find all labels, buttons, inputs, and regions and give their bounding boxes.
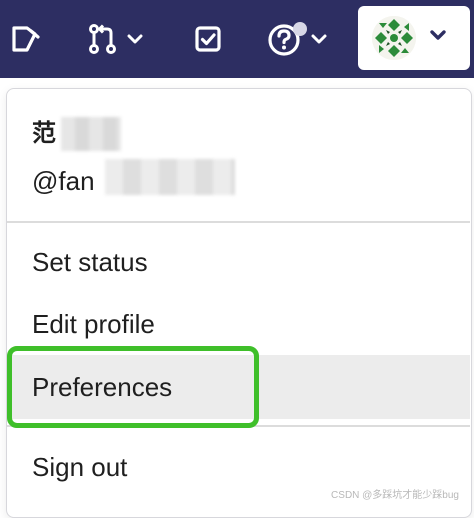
sign-out-label: Sign out [32,451,128,482]
redacted-handle [105,159,235,195]
divider [7,221,470,223]
preferences-item[interactable]: Preferences [7,355,470,419]
notification-dot [293,22,307,36]
user-dropdown-menu: 范 @fan Set status Edit profile Preferenc… [6,88,472,518]
chevron-down-icon [430,30,446,40]
snippets-button[interactable] [6,10,46,68]
help-icon [268,22,307,56]
edit-profile-label: Edit profile [32,308,155,339]
todos-button[interactable] [188,10,228,68]
preferences-label: Preferences [32,371,173,402]
edit-profile-item[interactable]: Edit profile [7,294,470,354]
avatar-identicon [372,16,416,60]
watermark: CSDN @多踩坑才能少踩bug [331,490,459,501]
merge-requests-button[interactable] [80,10,150,68]
chevron-down-icon [311,34,327,44]
merge-request-icon [89,24,116,54]
user-name: 范 [32,120,56,147]
todo-icon [195,26,221,52]
redacted-name [61,117,121,151]
divider [7,425,470,427]
set-status-item[interactable]: Set status [7,232,470,292]
user-menu-button[interactable] [358,6,470,70]
chevron-down-icon [127,34,143,44]
user-handle: @fan [32,166,95,196]
set-status-label: Set status [32,246,148,277]
help-button[interactable] [260,10,334,68]
top-navigation-bar [0,0,474,78]
snippet-icon [12,26,40,52]
avatar [372,16,416,60]
